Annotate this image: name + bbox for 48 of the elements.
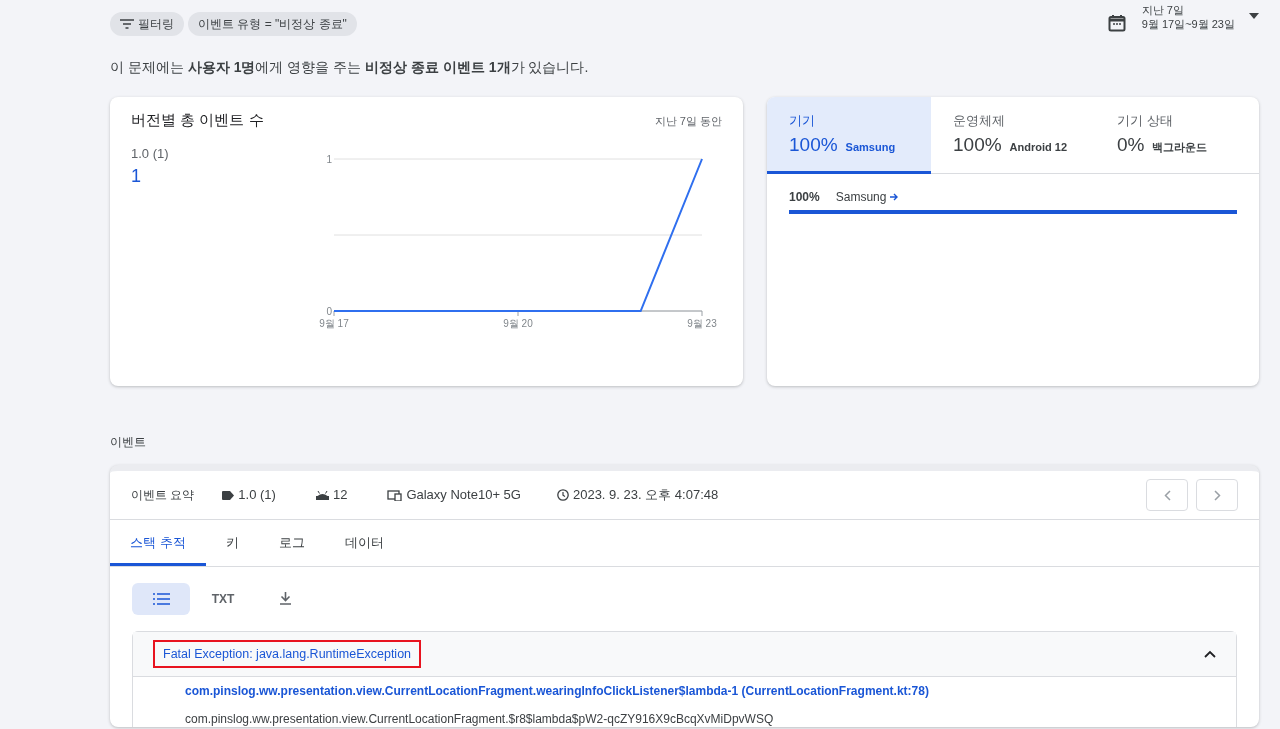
filter-icon [120, 19, 134, 29]
date-range-text: 9월 17일~9월 23일 [1141, 17, 1235, 32]
period-label: 지난 7일 동안 [654, 114, 722, 129]
dropdown-caret-icon [1249, 13, 1259, 19]
card-title: 버전별 총 이벤트 수 [131, 110, 264, 130]
stack-frame: com.pinslog.ww.presentation.view.CurrentLocationFragment.$r8$lambda$pW2-qcZY916X9cBcqXvMiDpvWSQ [133, 705, 1236, 727]
version-text: 1.0 (1) [238, 486, 276, 505]
text-view-button[interactable]: TXT [194, 582, 252, 615]
android-icon [315, 490, 329, 500]
summary-text: 이 문제에는 사용자 1명에게 영향을 주는 비정상 종료 이벤트 1개가 있습니다. [110, 58, 590, 77]
axis-tick-label: 9월 23 [686, 317, 717, 329]
list-icon [152, 592, 170, 605]
filter-chip[interactable]: 필터링 [110, 12, 184, 36]
filter-chip[interactable]: 이벤트 유형 = "비정상 종료" [188, 12, 357, 36]
axis-tick-label: 0 [325, 305, 332, 317]
list-view-button[interactable] [132, 582, 190, 615]
breakdown-tab[interactable]: 운영체제 100% Android 12 [931, 97, 1095, 174]
version-count: 1 [131, 165, 142, 188]
exception-title: Fatal Exception: java.lang.RuntimeException [153, 639, 422, 669]
chevron-right-icon [1213, 489, 1221, 501]
event-tab[interactable]: 로그 [258, 523, 325, 566]
timestamp-text: 2023. 9. 23. 오후 4:07:48 [572, 486, 719, 505]
calendar-icon [1107, 14, 1126, 32]
event-summary-title: 이벤트 요약 [131, 487, 195, 504]
date-range-picker[interactable]: 지난 7일 9월 17일~9월 23일 [1107, 4, 1259, 32]
date-range-label: 지난 7일 [1141, 4, 1185, 18]
devices-icon [387, 489, 403, 501]
version-label: 1.0 (1) [131, 144, 170, 163]
event-tab[interactable]: 키 [205, 523, 259, 566]
event-tab[interactable]: 데이터 [324, 523, 404, 566]
event-tab[interactable]: 스택 추적 [110, 523, 206, 566]
arrow-right-icon [890, 193, 900, 201]
percent-label: 100% [789, 189, 820, 206]
axis-tick-label: 9월 20 [502, 317, 533, 329]
chevron-icon[interactable] [1204, 649, 1216, 658]
device-text: Galaxy Note10+ 5G [406, 486, 521, 505]
tag-icon [222, 490, 235, 500]
os-version-text: 12 [332, 486, 348, 505]
clock-icon [556, 489, 569, 501]
axis-tick-label: 1 [325, 153, 332, 165]
stack-frame: com.pinslog.ww.presentation.view.CurrentLocationFragment.wearingInfoClickListener$lambda-1 (CurrentLocationFragment.kt:78) [133, 677, 1236, 706]
breakdown-tab[interactable]: 기기 100% Samsung [767, 97, 931, 174]
chevron-left-icon [1163, 489, 1171, 501]
breakdown-link[interactable]: Samsung [835, 188, 900, 206]
breakdown-tab[interactable]: 기기 상태 0% 백그라운드 [1095, 97, 1259, 174]
download-icon [279, 592, 291, 605]
section-label: 이벤트 [110, 434, 147, 451]
axis-tick-label: 9월 17 [318, 317, 349, 329]
